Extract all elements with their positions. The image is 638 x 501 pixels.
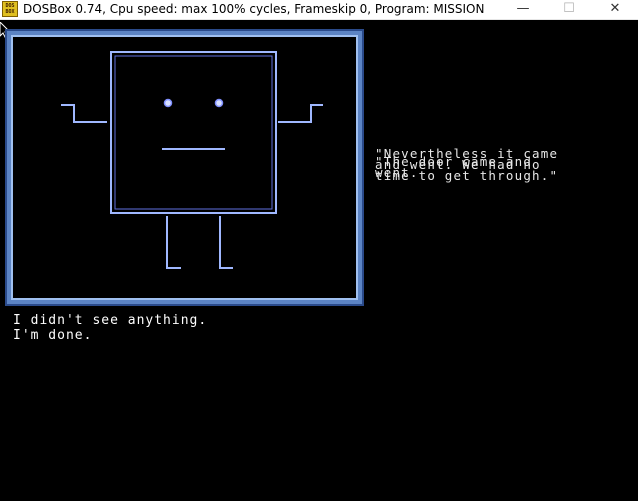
maximize-button[interactable]: ☐ [546, 0, 592, 19]
dosbox-app-icon[interactable]: DOS BOX [2, 1, 18, 17]
robot-figure [61, 51, 323, 269]
terminal-line-2: I'm done. [13, 328, 93, 343]
terminal-line-1: I didn't see anything. [13, 313, 208, 328]
robot-left-leg [166, 216, 181, 269]
robot-right-leg [219, 216, 233, 269]
robot-head [110, 51, 277, 214]
quote-text-door: "The door came and went. [375, 154, 533, 180]
title-bar: DOS BOX DOSBox 0.74, Cpu speed: max 100%… [0, 0, 638, 20]
robot-left-eye [163, 98, 173, 108]
window-title: DOSBox 0.74, Cpu speed: max 100% cycles,… [23, 2, 485, 16]
close-button[interactable]: ✕ [592, 0, 638, 19]
robot-left-arm [61, 104, 107, 123]
app-icon-text: DOS BOX [5, 3, 15, 15]
scene-frame [7, 31, 362, 304]
minimize-button[interactable]: — [500, 0, 546, 19]
robot-right-arm [278, 104, 323, 123]
robot-right-eye [214, 98, 224, 108]
